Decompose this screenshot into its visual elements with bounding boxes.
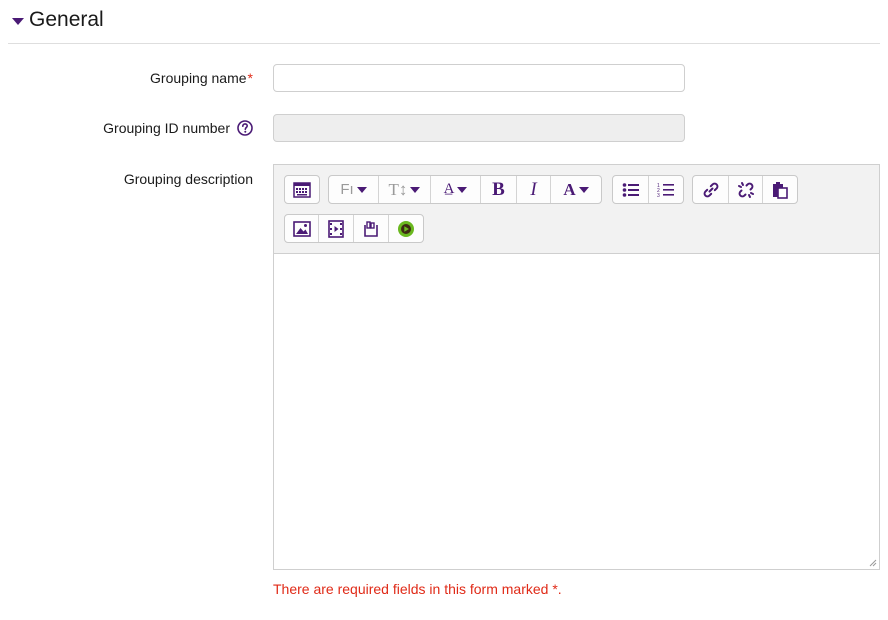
italic-button[interactable]: I xyxy=(517,176,551,203)
manage-files-button[interactable] xyxy=(354,215,389,242)
chevron-down-icon xyxy=(457,186,468,193)
numbered-list-icon: 123 xyxy=(657,183,674,198)
toolbar-group-text: Fı T↕ A̲ B I A xyxy=(328,175,602,204)
editor-content-area[interactable] xyxy=(274,254,879,569)
play-circle-icon xyxy=(398,220,414,237)
paste-button[interactable] xyxy=(763,176,797,203)
required-fields-note: There are required fields in this form m… xyxy=(273,581,562,597)
description-editor: Fı T↕ A̲ B I A 1 2 3 xyxy=(273,164,880,570)
font-style-glyph: A̲ xyxy=(443,181,455,197)
link-icon xyxy=(703,182,718,197)
keyboard-icon xyxy=(293,181,311,198)
insert-image-button[interactable] xyxy=(285,215,319,242)
section-title[interactable]: General xyxy=(29,8,104,32)
font-family-button[interactable]: Fı xyxy=(329,176,379,203)
chevron-down-icon xyxy=(356,186,367,193)
question-circle-icon[interactable] xyxy=(237,120,253,136)
font-family-glyph: Fı xyxy=(340,181,354,198)
bullet-list-icon xyxy=(622,182,639,197)
files-icon xyxy=(364,220,378,237)
unordered-list-button[interactable] xyxy=(613,176,649,203)
font-style-button[interactable]: A̲ xyxy=(431,176,481,203)
grouping-name-label: Grouping name * xyxy=(150,70,253,86)
toolbar-group-lists: 123 xyxy=(612,175,684,204)
unlink-button[interactable] xyxy=(729,176,763,203)
grouping-id-label-text: Grouping ID number xyxy=(103,120,230,136)
grouping-id-label: Grouping ID number xyxy=(103,120,253,136)
toolbar-group-media xyxy=(284,214,424,243)
clipboard-icon xyxy=(773,181,788,199)
bold-button[interactable]: B xyxy=(481,176,517,203)
record-video-button[interactable] xyxy=(389,215,423,242)
section-divider xyxy=(8,43,880,44)
film-icon xyxy=(328,219,344,238)
grouping-description-label: Grouping description xyxy=(124,171,253,187)
bold-glyph: B xyxy=(492,179,505,200)
font-size-button[interactable]: T↕ xyxy=(379,176,431,203)
chevron-down-icon xyxy=(410,186,421,193)
ordered-list-button[interactable]: 123 xyxy=(649,176,683,203)
insert-media-button[interactable] xyxy=(319,215,354,242)
text-color-button[interactable]: A xyxy=(551,176,601,203)
grouping-id-input[interactable] xyxy=(273,114,685,142)
toolbar-group-links xyxy=(692,175,798,204)
grouping-name-label-text: Grouping name xyxy=(150,70,247,86)
grouping-description-label-text: Grouping description xyxy=(123,171,253,187)
unlink-icon xyxy=(737,181,754,198)
font-size-glyph: T↕ xyxy=(388,180,408,199)
italic-glyph: I xyxy=(530,179,537,200)
section-header-general[interactable]: General xyxy=(12,8,104,32)
svg-text:3: 3 xyxy=(657,193,660,198)
toolbar-group-toggle xyxy=(284,175,320,204)
link-button[interactable] xyxy=(693,176,729,203)
image-icon xyxy=(292,220,311,237)
chevron-down-icon xyxy=(578,186,589,193)
toolbar-toggle-button[interactable] xyxy=(285,176,319,203)
text-color-glyph: A xyxy=(563,180,576,199)
grouping-name-input[interactable] xyxy=(273,64,685,92)
resize-grip-icon[interactable] xyxy=(869,559,877,567)
caret-down-icon[interactable] xyxy=(12,17,24,25)
editor-toolbar: Fı T↕ A̲ B I A 1 2 3 xyxy=(274,165,879,254)
required-marker: * xyxy=(247,70,253,86)
